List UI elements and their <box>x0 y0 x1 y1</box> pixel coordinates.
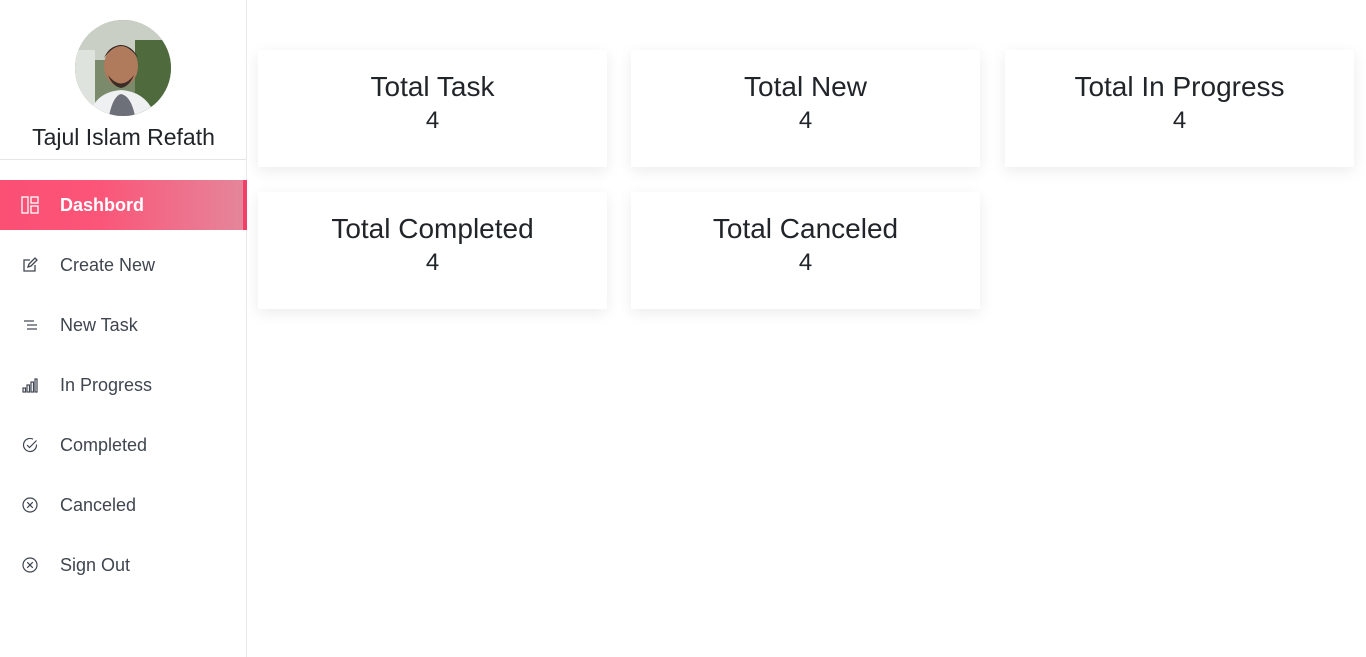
card-value: 4 <box>425 249 440 276</box>
card-value: 4 <box>425 107 440 134</box>
sidebar-item-new-task[interactable]: New Task <box>0 300 247 350</box>
card-value: 4 <box>1172 107 1187 134</box>
card-title: Total Canceled <box>712 213 899 244</box>
sidebar-item-label: Sign Out <box>60 554 131 575</box>
profile-name: Tajul Islam Refath <box>32 124 215 150</box>
card-value: 4 <box>798 107 813 134</box>
card-title: Total Completed <box>331 213 534 244</box>
profile-section: Tajul Islam Refath <box>0 0 246 160</box>
summary-card-total-canceled: Total Canceled 4 <box>631 192 980 309</box>
summary-card-total-in-progress: Total In Progress 4 <box>1005 50 1354 167</box>
sidebar-item-create-new[interactable]: Create New <box>0 240 247 290</box>
card-title: Total New <box>744 71 867 102</box>
bar-chart-icon <box>20 375 40 395</box>
sidebar-item-label: Create New <box>60 254 156 275</box>
summary-card-total-new: Total New 4 <box>631 50 980 167</box>
sidebar-item-label: Canceled <box>60 494 137 515</box>
sidebar-item-label: Completed <box>60 434 148 455</box>
x-circle-icon <box>20 495 40 515</box>
app: Tajul Islam Refath Dashbord Create New N… <box>0 0 1366 657</box>
dashboard-grid-icon <box>20 195 40 215</box>
sidebar-nav: Dashbord Create New New Task In Progress… <box>0 180 247 600</box>
sidebar-item-sign-out[interactable]: Sign Out <box>0 540 247 590</box>
edit-icon <box>20 255 40 275</box>
sidebar-item-label: Dashbord <box>60 194 145 215</box>
summary-card-total-completed: Total Completed 4 <box>258 192 607 309</box>
sidebar-item-in-progress[interactable]: In Progress <box>0 360 247 410</box>
check-circle-icon <box>20 435 40 455</box>
sidebar-item-dashboard[interactable]: Dashbord <box>0 180 247 230</box>
card-title: Total In Progress <box>1074 71 1285 102</box>
summary-card-total-task: Total Task 4 <box>258 50 607 167</box>
card-title: Total Task <box>370 71 495 102</box>
sidebar-item-canceled[interactable]: Canceled <box>0 480 247 530</box>
avatar[interactable] <box>75 20 171 116</box>
sidebar-item-label: New Task <box>60 314 138 335</box>
x-circle-icon <box>20 555 40 575</box>
sidebar-item-label: In Progress <box>60 374 153 395</box>
card-value: 4 <box>798 249 813 276</box>
list-icon <box>20 315 40 335</box>
sidebar-item-completed[interactable]: Completed <box>0 420 247 470</box>
avatar-photo <box>75 20 171 116</box>
sidebar: Tajul Islam Refath Dashbord Create New N… <box>0 0 247 657</box>
